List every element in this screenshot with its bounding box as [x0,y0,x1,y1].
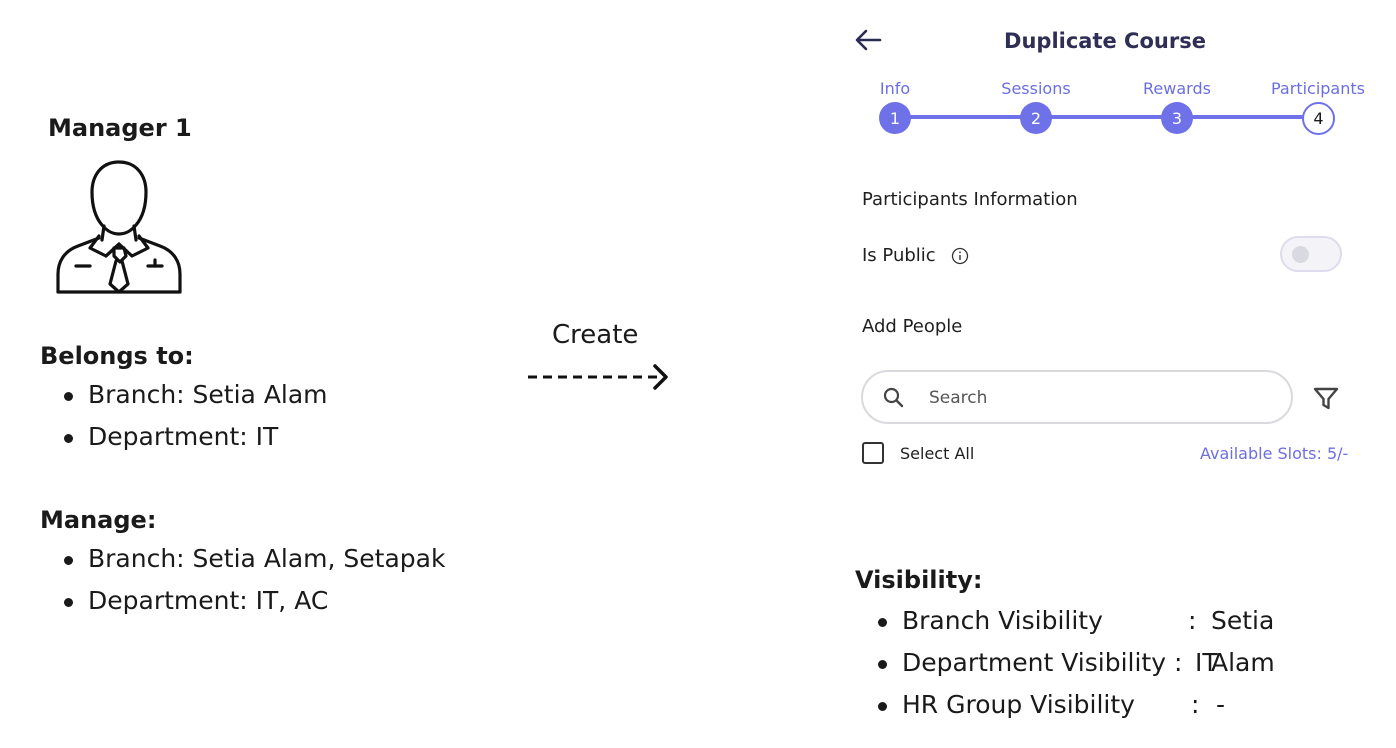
list-item: Branch: Setia Alam [64,374,328,416]
step-label-sessions: Sessions [1001,79,1071,98]
is-public-label: Is Public [862,245,936,266]
visibility-separator: : [1191,690,1200,719]
step-label-info: Info [879,79,911,98]
search-icon [883,387,904,408]
visibility-list: Branch Visibility : Setia Alam Departmen… [878,600,1275,726]
info-icon[interactable] [951,247,969,265]
visibility-separator: : [1188,606,1197,635]
list-item: Department: IT [64,416,328,458]
available-slots: Available Slots: 5/- [1200,444,1349,463]
list-item: Department Visibility : IT [878,642,1218,684]
belongs-to-list: Branch: Setia Alam Department: IT [64,374,328,458]
manager-title: Manager 1 [48,114,192,142]
belongs-to-title: Belongs to: [40,342,194,370]
dashed-arrow-right-icon [528,364,668,390]
create-label: Create [552,320,639,350]
select-all-checkbox[interactable] [862,442,884,464]
step-label-participants: Participants [1271,79,1365,98]
visibility-name: Branch Visibility [902,606,1103,635]
list-item: Branch Visibility : Setia Alam [878,600,1275,677]
section-heading: Participants Information [862,189,1078,210]
visibility-separator: : [1174,648,1183,677]
step-label-rewards: Rewards [1143,79,1211,98]
manage-list: Branch: Setia Alam, Setapak Department: … [64,538,445,622]
page-title: Duplicate Course [1004,29,1206,53]
is-public-toggle[interactable] [1280,236,1342,272]
step-1[interactable]: 1 [879,102,911,134]
visibility-title: Visibility: [855,566,983,594]
arrow-left-icon[interactable] [852,26,884,54]
select-all-label: Select All [900,444,975,463]
search-input[interactable] [927,382,1261,414]
list-item: Department: IT, AC [64,580,445,622]
list-item: Branch: Setia Alam, Setapak [64,538,445,580]
manager-avatar-icon [56,160,182,294]
visibility-name: HR Group Visibility [902,690,1135,719]
add-people-label: Add People [862,316,963,337]
visibility-value: IT [1195,648,1218,677]
visibility-value: Setia Alam [1211,606,1275,677]
stepper-track [895,115,1315,119]
step-3[interactable]: 3 [1161,102,1193,134]
manage-title: Manage: [40,506,157,534]
filter-icon[interactable] [1310,382,1342,414]
visibility-value: - [1216,690,1226,719]
step-2[interactable]: 2 [1020,102,1052,134]
toggle-knob [1292,246,1309,263]
step-4[interactable]: 4 [1302,102,1335,135]
visibility-name: Department Visibility [902,648,1167,677]
search-field[interactable] [861,370,1293,424]
list-item: HR Group Visibility : - [878,684,1225,726]
